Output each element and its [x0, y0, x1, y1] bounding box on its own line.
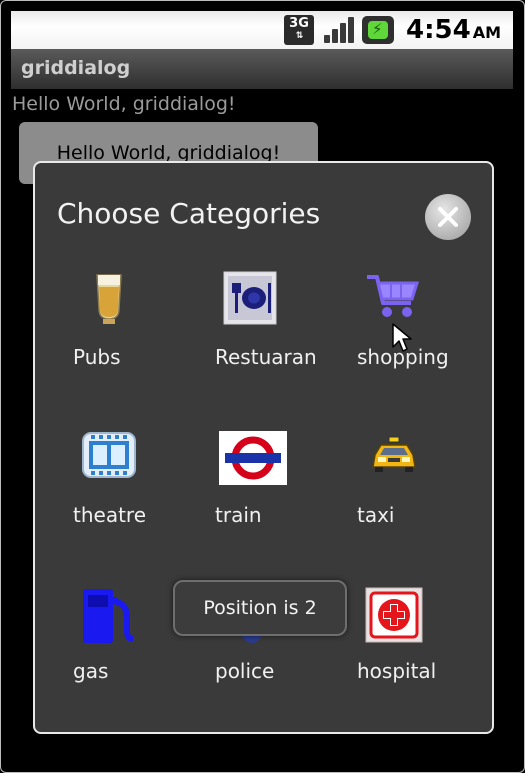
signal-strength-icon — [322, 15, 355, 45]
category-label: taxi — [357, 503, 395, 527]
battery-charging-icon — [362, 16, 395, 44]
category-label: Pubs — [73, 345, 121, 369]
close-button[interactable] — [425, 194, 471, 240]
app-title-bar: griddialog — [11, 49, 513, 89]
close-icon — [438, 207, 458, 227]
beer-icon — [96, 274, 122, 324]
shopping-cart-icon — [367, 275, 420, 317]
category-label: hospital — [357, 659, 437, 683]
app-title: griddialog — [21, 57, 131, 79]
status-clock: 4:54 AM — [406, 15, 501, 45]
hospital-icon — [365, 587, 423, 643]
underground-icon — [219, 431, 287, 485]
film-icon — [82, 432, 136, 478]
category-pubs[interactable]: Pubs — [73, 271, 213, 391]
category-theatre[interactable]: theatre — [73, 431, 213, 551]
choose-categories-dialog: Choose Categories Pubs Restuaran shoppin… — [33, 161, 494, 734]
category-shopping[interactable]: shopping — [357, 271, 497, 391]
hello-text: Hello World, griddialog! — [12, 93, 236, 115]
status-bar: 3G ⇅ 4:54AM — [11, 11, 513, 49]
dialog-title: Choose Categories — [57, 197, 321, 230]
gas-pump-icon — [83, 589, 134, 643]
category-train[interactable]: train — [215, 431, 355, 551]
clock-time: 4:54 — [406, 15, 471, 45]
category-label: police — [215, 659, 275, 683]
category-taxi[interactable]: taxi — [357, 431, 497, 551]
category-label: Restuaran — [215, 345, 317, 369]
network-3g-icon: 3G ⇅ — [284, 15, 315, 45]
toast-message: Position is 2 — [173, 580, 347, 636]
category-hospital[interactable]: hospital — [357, 587, 497, 707]
category-label: train — [215, 503, 262, 527]
screen-frame: 3G ⇅ 4:54AM griddialog Hello World, grid… — [0, 0, 525, 773]
clock-ampm: AM — [472, 23, 501, 42]
mouse-cursor-icon — [392, 323, 412, 352]
category-restaurant[interactable]: Restuaran — [215, 271, 355, 391]
category-label: theatre — [73, 503, 147, 527]
taxi-icon — [372, 436, 416, 472]
network-type-label: 3G — [289, 16, 309, 31]
category-label: gas — [73, 659, 109, 683]
restaurant-icon — [223, 271, 277, 325]
status-icons: 3G ⇅ 4:54AM — [284, 15, 501, 45]
